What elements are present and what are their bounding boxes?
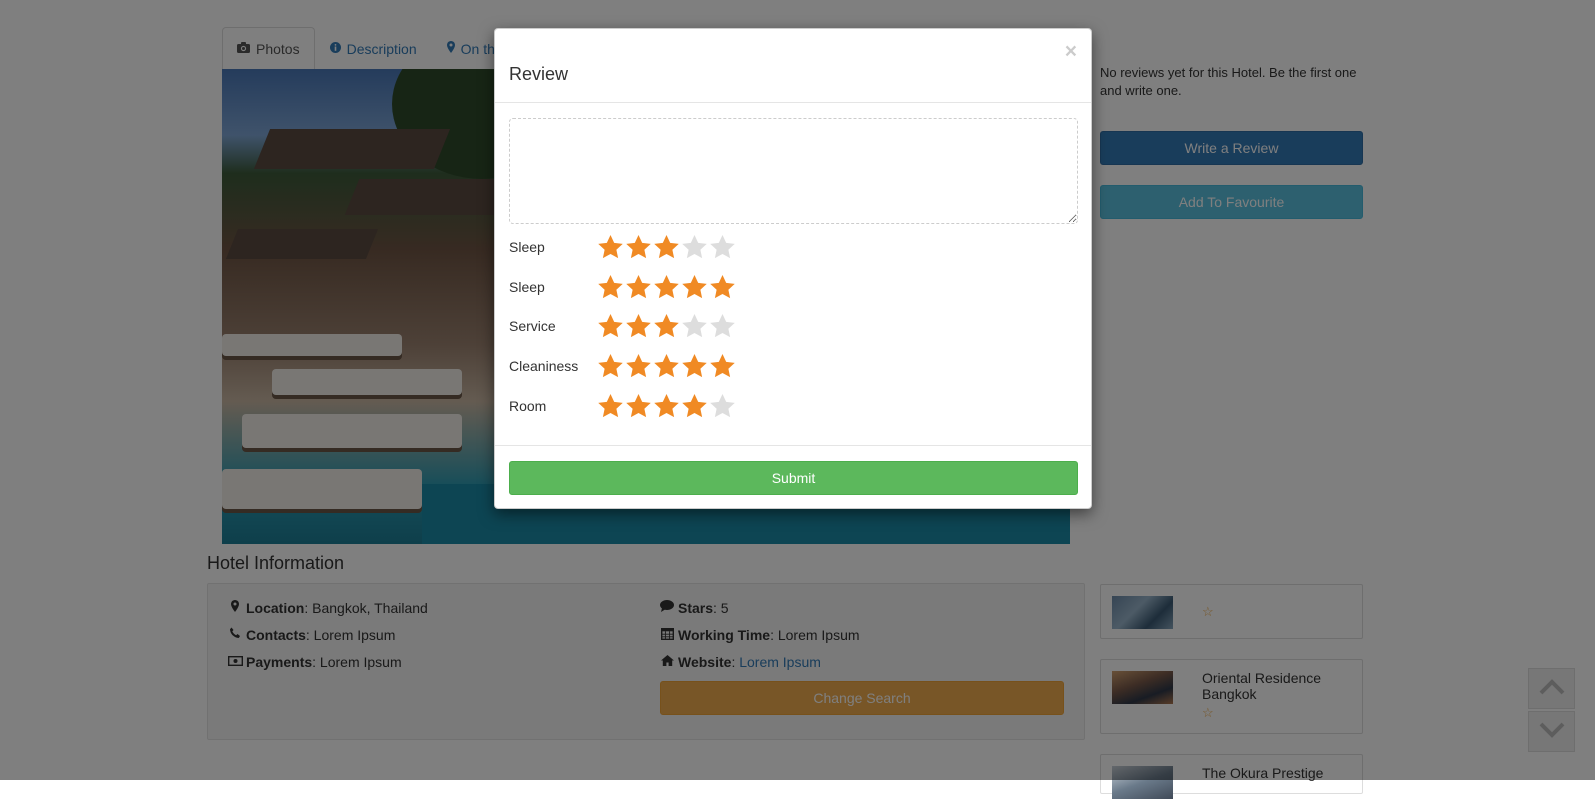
star-filled-icon[interactable] [681,272,708,302]
star-filled-icon[interactable] [597,311,624,341]
star-filled-icon[interactable] [597,232,624,262]
star-empty-icon[interactable] [681,232,708,262]
star-filled-icon[interactable] [625,351,652,381]
close-button[interactable]: × [1065,41,1077,62]
review-modal: Review × Sleep Sleep Service Cleaniness Room… [494,28,1092,509]
star-empty-icon[interactable] [681,311,708,341]
submit-button[interactable]: Submit [509,461,1078,495]
star-rating [597,232,736,262]
star-rating [597,391,736,421]
rating-row: Cleaniness [509,351,736,381]
star-filled-icon[interactable] [709,351,736,381]
review-textarea[interactable] [509,118,1078,224]
star-filled-icon[interactable] [709,272,736,302]
rating-row: Room [509,391,736,421]
rating-label: Service [509,318,556,334]
rating-label: Cleaniness [509,358,579,374]
star-filled-icon[interactable] [681,391,708,421]
rating-label: Sleep [509,239,545,255]
star-empty-icon[interactable] [709,391,736,421]
rating-row: Sleep [509,272,736,302]
star-filled-icon[interactable] [625,311,652,341]
star-rating [597,351,736,381]
star-filled-icon[interactable] [681,351,708,381]
modal-footer: Submit [495,445,1091,509]
star-filled-icon[interactable] [653,272,680,302]
star-filled-icon[interactable] [625,232,652,262]
rating-label: Sleep [509,279,545,295]
rating-row: Sleep [509,232,736,262]
star-filled-icon[interactable] [653,351,680,381]
modal-title: Review [509,64,569,84]
star-filled-icon[interactable] [653,391,680,421]
star-filled-icon[interactable] [625,391,652,421]
star-rating [597,311,736,341]
star-empty-icon[interactable] [709,232,736,262]
star-filled-icon[interactable] [597,272,624,302]
modal-header: Review × [495,29,1091,103]
rating-row: Service [509,311,736,341]
star-empty-icon[interactable] [709,311,736,341]
star-rating [597,272,736,302]
star-filled-icon[interactable] [653,311,680,341]
star-filled-icon[interactable] [597,351,624,381]
star-filled-icon[interactable] [597,391,624,421]
star-filled-icon[interactable] [625,272,652,302]
star-filled-icon[interactable] [653,232,680,262]
rating-label: Room [509,398,547,414]
